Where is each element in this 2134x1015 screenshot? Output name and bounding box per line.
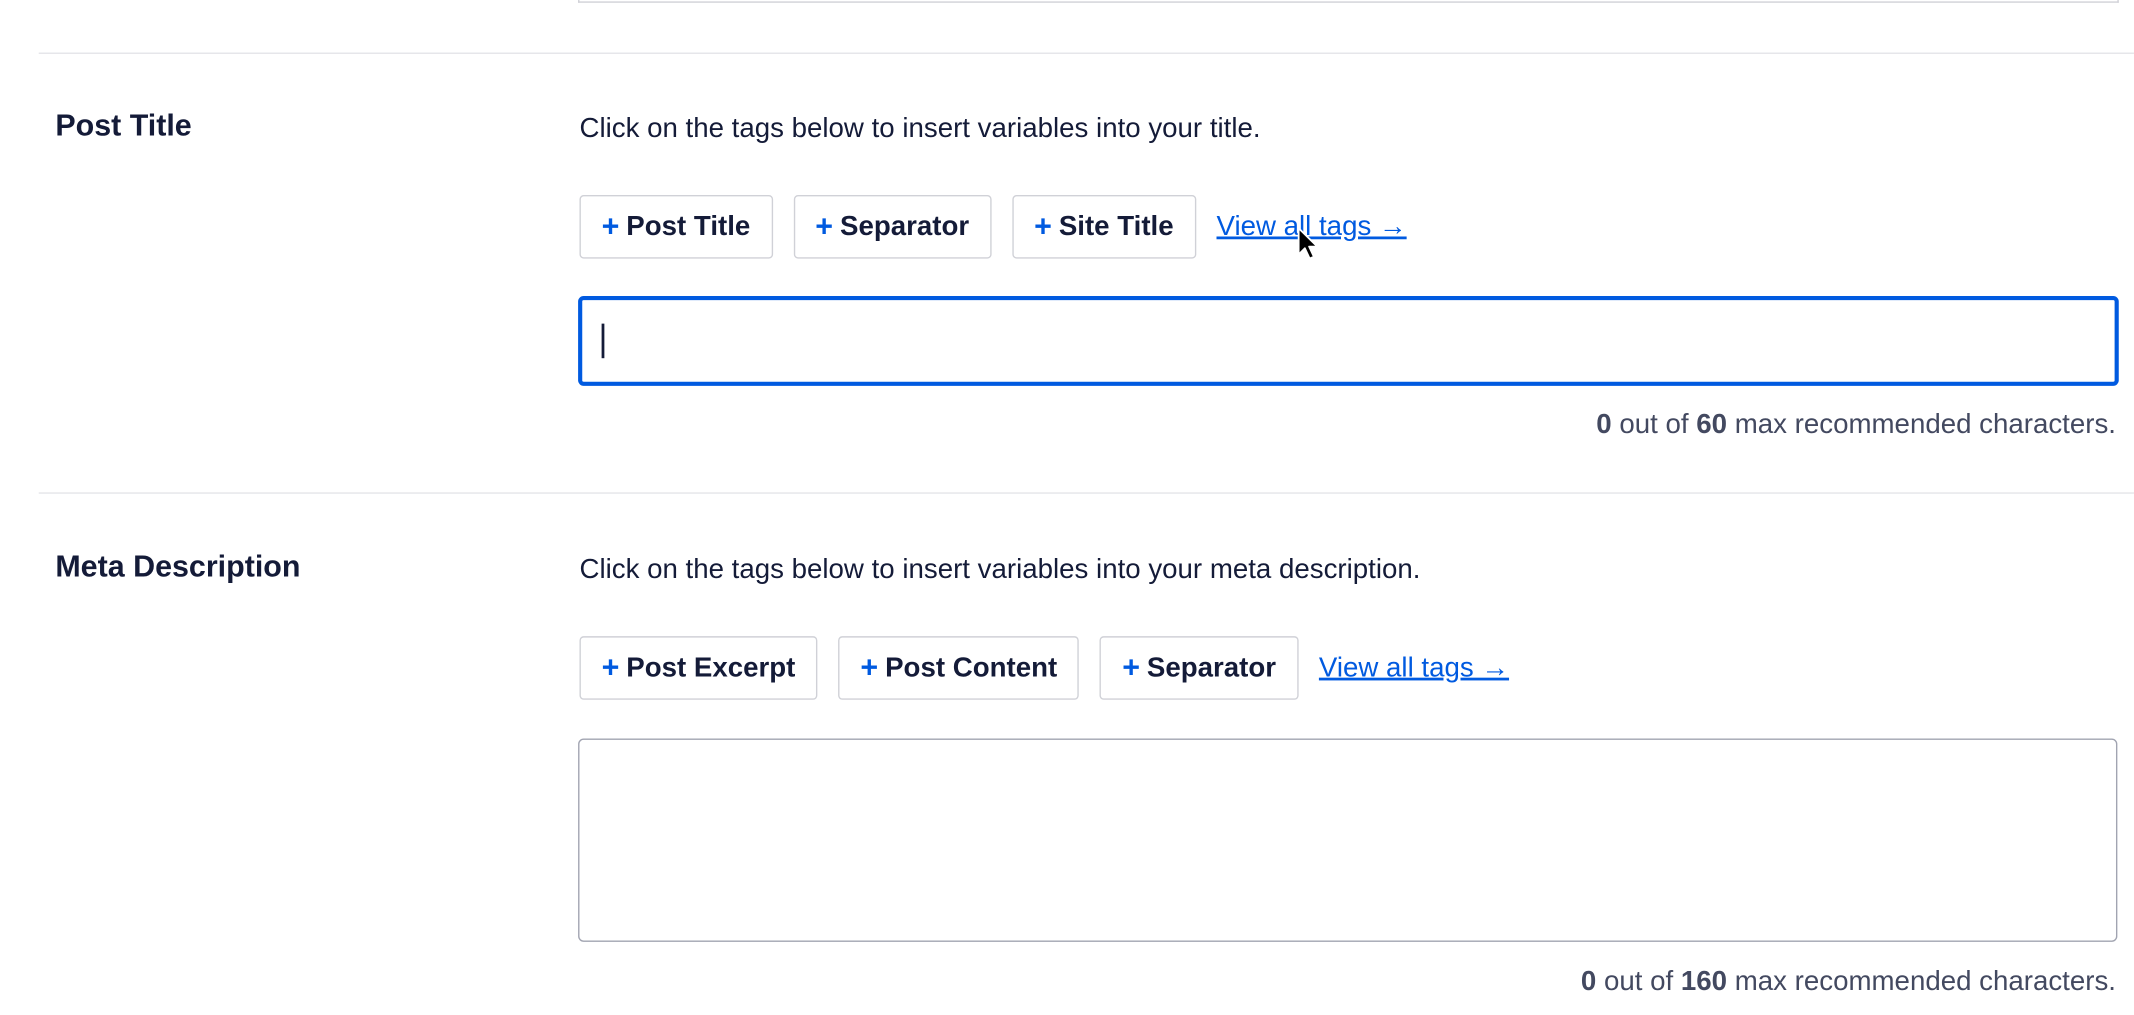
section-hint: Click on the tags below to insert variab… [579,113,1261,144]
section-divider [38,52,2134,54]
text-caret [601,323,605,359]
insert-post-content-tag-button[interactable]: + Post Content [838,636,1080,700]
character-counter: 0 out of 160 max recommended characters. [1581,967,2116,999]
counter-mid: out of [1611,409,1697,440]
tag-label: Site Title [1058,210,1174,242]
counter-suffix: max recommended characters. [1727,966,2116,998]
counter-max: 60 [1696,409,1728,440]
tag-label: Separator [1146,652,1277,683]
character-counter: 0 out of 60 max recommended characters. [1596,409,2116,441]
section-divider [38,492,2134,494]
insert-separator-tag-button[interactable]: + Separator [1100,636,1299,700]
plus-icon: + [1122,650,1140,685]
counter-mid: out of [1596,966,1681,998]
plus-icon: + [1034,208,1052,244]
plus-icon: + [601,650,620,685]
post-title-input[interactable] [578,295,2119,386]
counter-suffix: max recommended characters. [1727,409,2116,440]
section-title: Meta Description [55,549,301,584]
tag-row: + Post Excerpt + Post Content + Separato… [579,636,1509,700]
meta-description-textarea[interactable] [578,738,2118,942]
mouse-pointer-icon [1297,227,1319,260]
counter-current: 0 [1596,409,1612,440]
tag-label: Post Content [885,652,1058,683]
tag-row: + Post Title + Separator + Site Title Vi… [579,195,1407,259]
counter-current: 0 [1580,966,1597,998]
previous-field-edge [578,0,2119,3]
plus-icon: + [860,650,879,685]
plus-icon: + [815,208,834,244]
insert-post-title-tag-button[interactable]: + Post Title [579,195,773,259]
insert-post-excerpt-tag-button[interactable]: + Post Excerpt [579,636,818,700]
tag-label: Post Excerpt [626,652,796,683]
plus-icon: + [601,208,620,244]
settings-panel: Post Title Click on the tags below to in… [0,0,2134,1015]
insert-site-title-tag-button[interactable]: + Site Title [1012,195,1196,259]
view-all-tags-link[interactable]: View all tags → [1319,652,1509,684]
insert-separator-tag-button[interactable]: + Separator [793,195,992,259]
tag-label: Post Title [626,210,751,242]
section-hint: Click on the tags below to insert variab… [579,554,1421,586]
counter-max: 160 [1680,966,1728,998]
tag-label: Separator [839,210,970,242]
section-title: Post Title [55,107,192,143]
